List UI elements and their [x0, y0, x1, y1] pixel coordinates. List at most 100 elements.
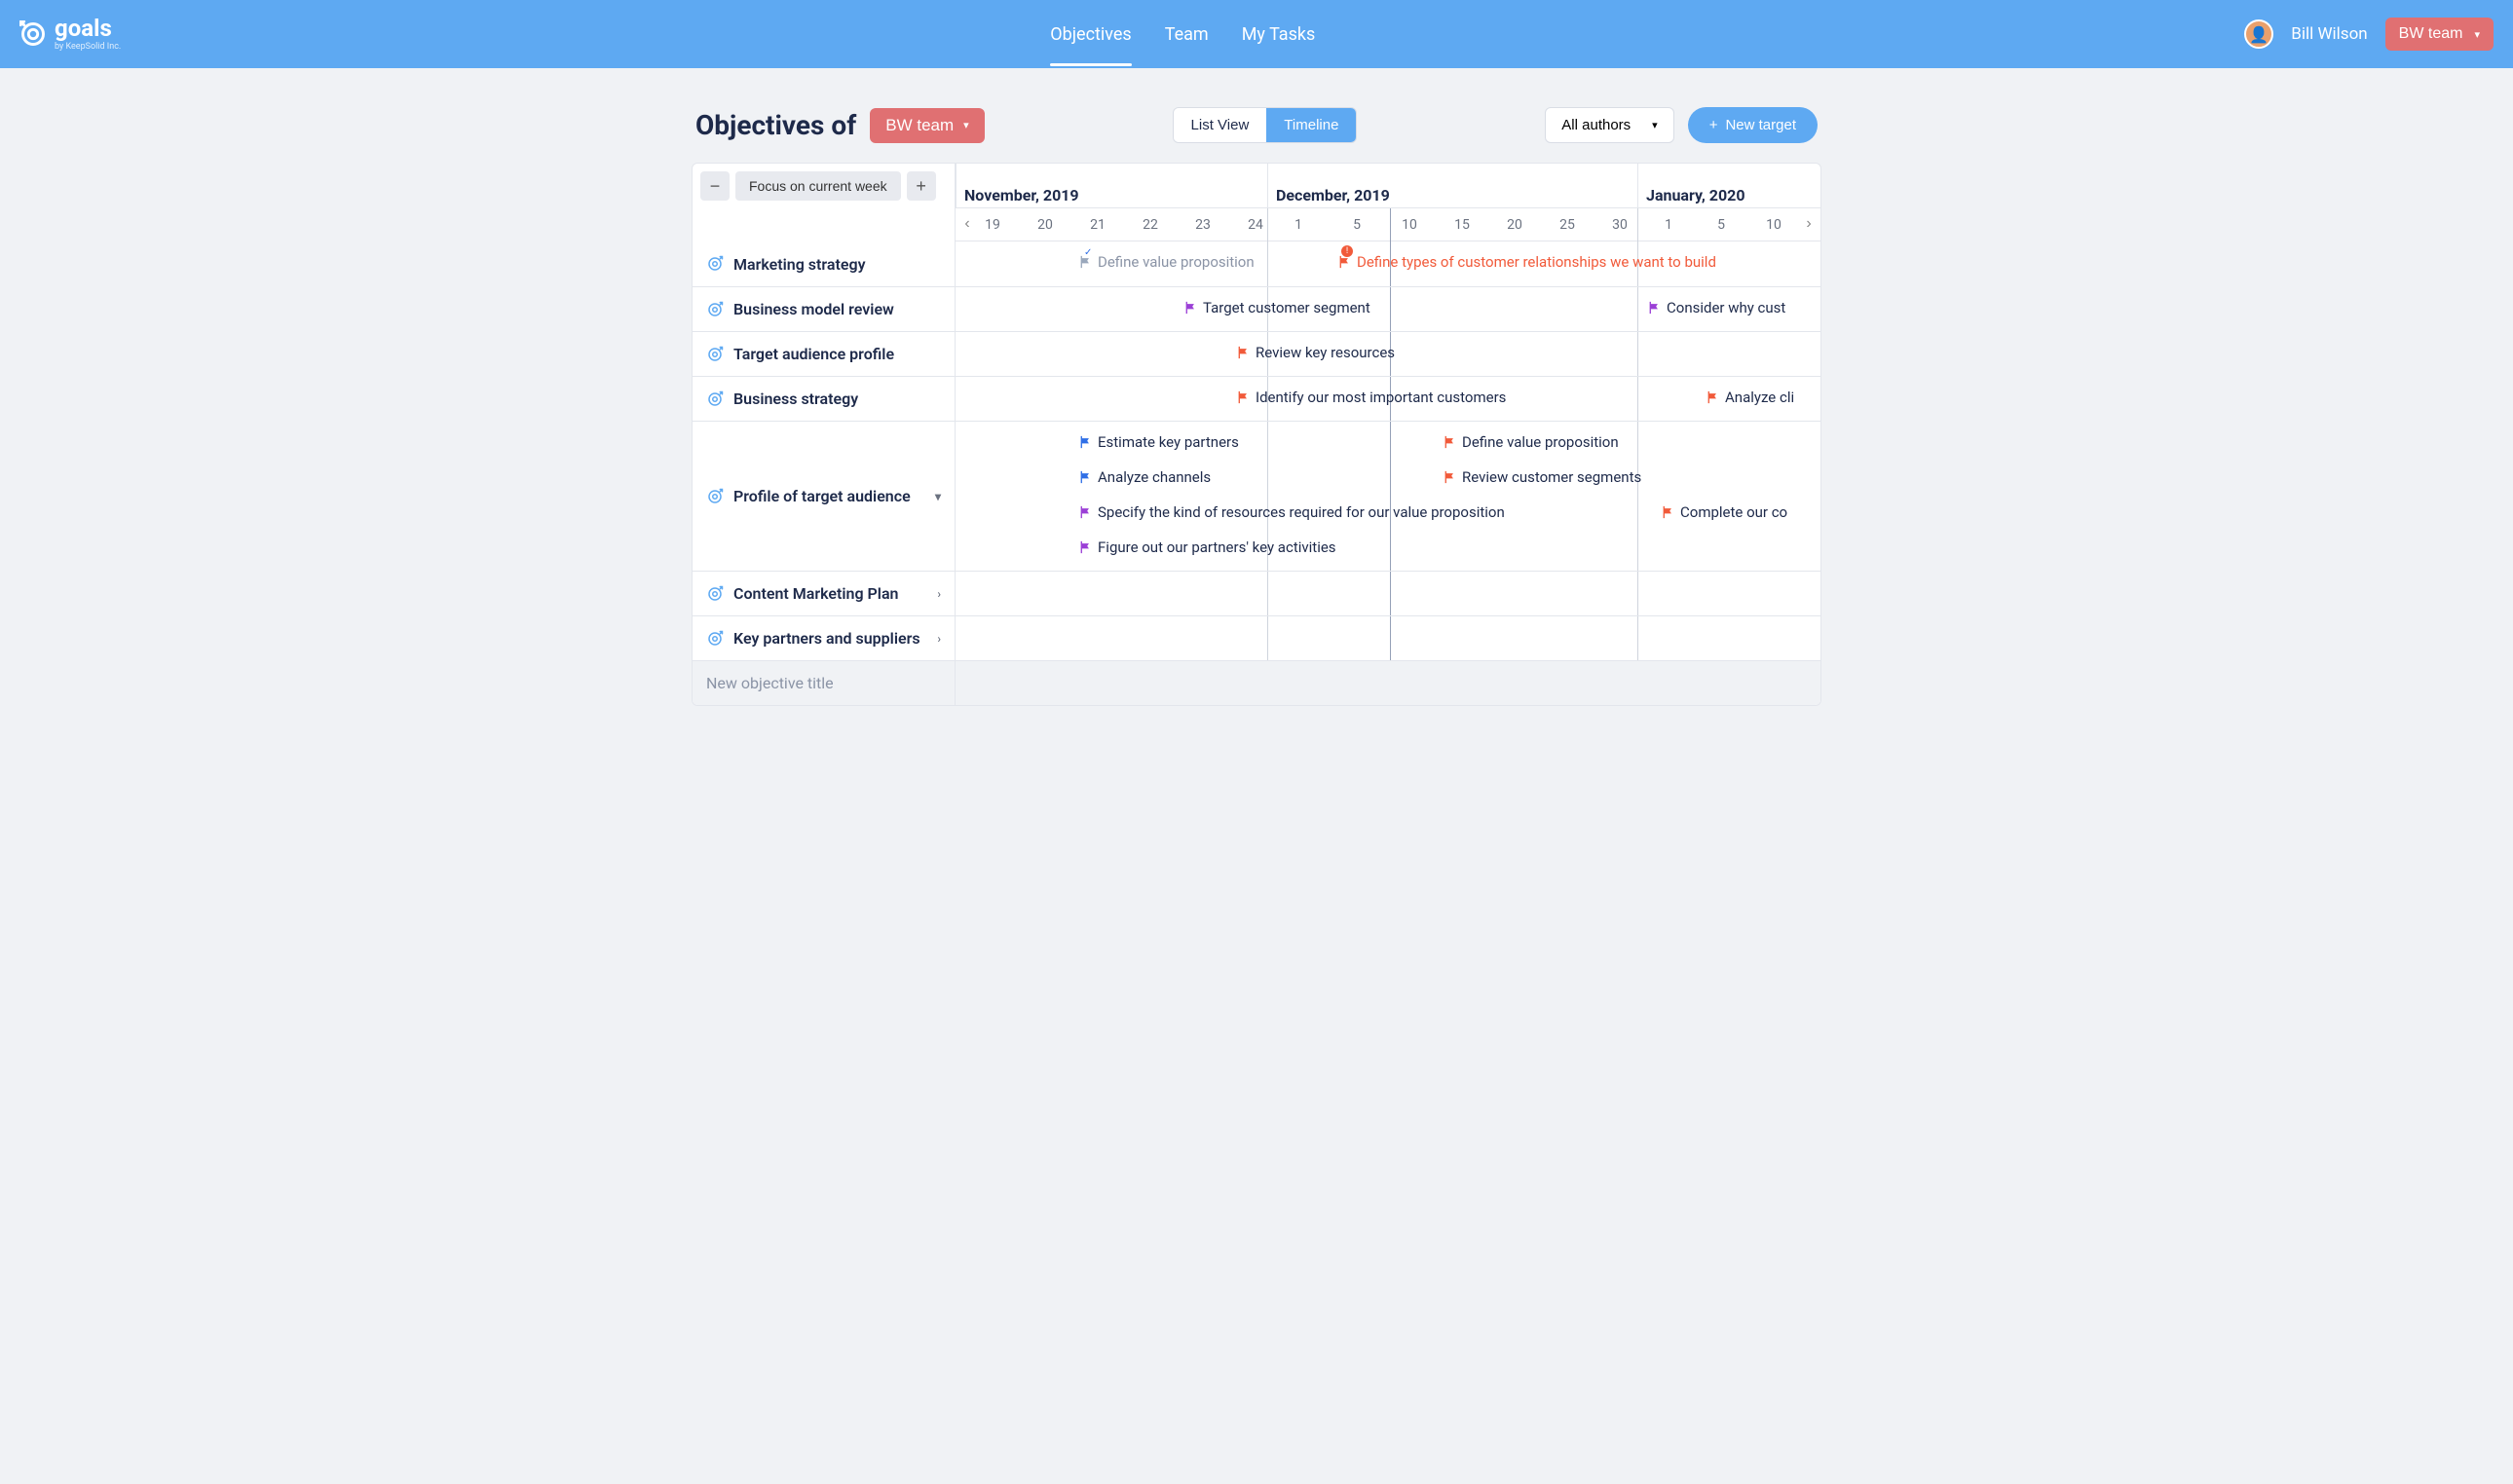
target-icon	[706, 255, 724, 273]
plus-icon: +	[1709, 117, 1718, 133]
timeline-lane	[956, 615, 1820, 660]
timeline-task[interactable]: Estimate key partners	[1078, 433, 1239, 451]
month-label: January, 2020	[1637, 164, 1745, 208]
timeline-task[interactable]: Analyze channels	[1078, 468, 1211, 486]
flag-icon	[1078, 505, 1092, 519]
flag-icon	[1078, 435, 1092, 449]
main-nav: Objectives Team My Tasks	[121, 17, 2244, 53]
days-row: ‹ › 1920212223241510152025301510	[956, 208, 1820, 241]
goals-logo-icon	[19, 20, 47, 48]
new-objective-placeholder: New objective title	[706, 674, 834, 692]
flag-icon	[1078, 540, 1092, 554]
objective-row[interactable]: Target audience profile	[693, 331, 955, 376]
task-text: Analyze cli	[1725, 389, 1794, 406]
user-name: Bill Wilson	[2291, 24, 2367, 44]
timeline-board: − Focus on current week + Marketing stra…	[692, 163, 1821, 706]
target-icon	[706, 585, 724, 603]
day-label: 21	[1078, 208, 1117, 241]
objective-row[interactable]: Key partners and suppliers ›	[693, 615, 955, 660]
scroll-right-button[interactable]: ›	[1799, 214, 1819, 234]
check-icon: ✓	[1084, 247, 1092, 258]
timeline-task[interactable]: Complete our co	[1661, 503, 1787, 521]
task-text: Figure out our partners' key activities	[1098, 538, 1336, 556]
timeline-lane: Target customer segment Consider why cust	[956, 286, 1820, 331]
flag-icon	[1236, 390, 1250, 404]
team-dropdown-label: BW team	[2399, 25, 2463, 43]
task-text: Identify our most important customers	[1256, 389, 1506, 406]
timeline-lane: ✓Define value proposition!Define types o…	[956, 241, 1820, 286]
chevron-down-icon: ▾	[2474, 28, 2480, 41]
chevron-down-icon: ▾	[963, 119, 969, 131]
zoom-in-button[interactable]: +	[907, 171, 936, 201]
objective-row[interactable]: Business strategy	[693, 376, 955, 421]
timeline-task[interactable]: Target customer segment	[1183, 299, 1370, 316]
avatar[interactable]: 👤	[2244, 19, 2273, 49]
timeline-task[interactable]: !Define types of customer relationships …	[1337, 253, 1716, 271]
logo: goals by KeepSolid Inc.	[19, 17, 121, 52]
team-dropdown[interactable]: BW team ▾	[2385, 18, 2494, 51]
flag-icon	[1706, 390, 1719, 404]
user-area: 👤 Bill Wilson BW team ▾	[2244, 18, 2494, 51]
timeline-task[interactable]: Review customer segments	[1443, 468, 1641, 486]
timeline-lane	[956, 660, 1820, 705]
nav-objectives[interactable]: Objectives	[1050, 17, 1131, 53]
scroll-left-button[interactable]: ‹	[957, 214, 977, 234]
day-label: 1	[1279, 208, 1318, 241]
day-label: 10	[1390, 208, 1429, 241]
day-label: 5	[1337, 208, 1376, 241]
task-text: Review key resources	[1256, 344, 1395, 361]
timeline-task[interactable]: Review key resources	[1236, 344, 1395, 361]
focus-current-week-button[interactable]: Focus on current week	[735, 171, 901, 201]
month-label: November, 2019	[956, 164, 1079, 208]
objective-name: Profile of target audience	[733, 487, 911, 505]
chevron-down-icon: ▾	[1652, 119, 1658, 131]
target-icon	[706, 488, 724, 505]
target-icon	[706, 390, 724, 408]
view-list-button[interactable]: List View	[1174, 108, 1267, 142]
day-label: 20	[1026, 208, 1065, 241]
target-icon	[706, 346, 724, 363]
objective-name: Business strategy	[733, 390, 858, 408]
timeline-task[interactable]: Identify our most important customers	[1236, 389, 1506, 406]
timeline-task[interactable]: Figure out our partners' key activities	[1078, 538, 1336, 556]
flag-icon	[1647, 301, 1661, 315]
objective-row[interactable]: Profile of target audience ▾	[693, 421, 955, 571]
task-text: Define value proposition	[1098, 253, 1255, 271]
task-text: Target customer segment	[1203, 299, 1370, 316]
toolbar: Objectives of BW team ▾ List View Timeli…	[692, 107, 1821, 143]
flag-icon	[1443, 470, 1456, 484]
timeline-task[interactable]: ✓Define value proposition	[1078, 253, 1255, 271]
page-title: Objectives of	[695, 109, 856, 141]
timeline-task[interactable]: Specify the kind of resources required f…	[1078, 503, 1505, 521]
objective-row[interactable]: Business model review	[693, 286, 955, 331]
new-target-label: New target	[1725, 117, 1796, 133]
new-target-button[interactable]: + New target	[1688, 107, 1818, 143]
authors-filter[interactable]: All authors ▾	[1545, 107, 1673, 143]
nav-mytasks[interactable]: My Tasks	[1242, 17, 1316, 53]
task-text: Specify the kind of resources required f…	[1098, 503, 1505, 521]
timeline-lane: Identify our most important customers Ana…	[956, 376, 1820, 421]
objective-name: Content Marketing Plan	[733, 584, 898, 603]
nav-team[interactable]: Team	[1165, 17, 1209, 53]
timeline-task[interactable]: Consider why cust	[1647, 299, 1785, 316]
objective-name: Marketing strategy	[733, 255, 866, 274]
flag-icon	[1661, 505, 1674, 519]
page-team-dropdown[interactable]: BW team ▾	[870, 108, 984, 143]
timeline-task[interactable]: Analyze cli	[1706, 389, 1794, 406]
chevron-right-icon[interactable]: ›	[937, 587, 941, 601]
chevron-down-icon[interactable]: ▾	[935, 490, 941, 503]
day-label: 25	[1548, 208, 1587, 241]
flag-icon	[1443, 435, 1456, 449]
timeline-task[interactable]: Define value proposition	[1443, 433, 1619, 451]
objective-row[interactable]: Marketing strategy	[693, 241, 955, 286]
view-timeline-button[interactable]: Timeline	[1266, 108, 1356, 142]
objective-row[interactable]: Content Marketing Plan ›	[693, 571, 955, 615]
alert-icon: !	[1341, 245, 1353, 257]
day-label: 20	[1495, 208, 1534, 241]
task-text: Review customer segments	[1462, 468, 1641, 486]
task-text: Complete our co	[1680, 503, 1787, 521]
new-objective-input[interactable]: New objective title	[693, 660, 955, 705]
chevron-right-icon[interactable]: ›	[937, 632, 941, 646]
zoom-out-button[interactable]: −	[700, 171, 730, 201]
view-switch: List View Timeline	[1173, 107, 1358, 143]
